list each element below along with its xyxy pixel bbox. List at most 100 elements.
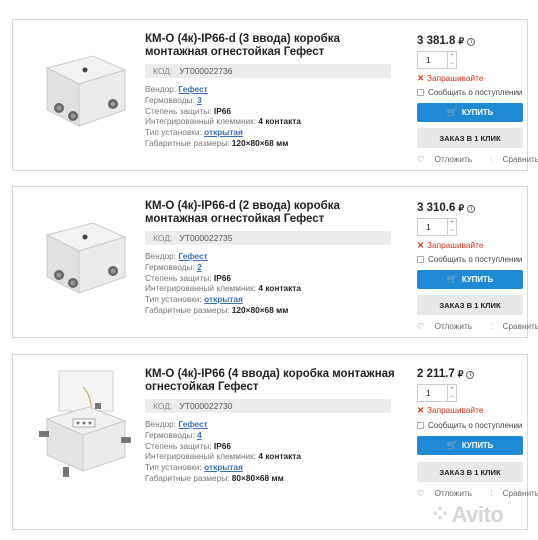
property-value: IP66	[213, 440, 231, 451]
currency: ₽	[457, 369, 464, 379]
property-row: Интегрированный клеммник: 4 контакта	[145, 283, 301, 294]
one-click-order-button[interactable]: ЗАКАЗ В 1 КЛИК	[417, 128, 523, 148]
info-icon[interactable]: i	[466, 371, 475, 379]
heart-icon: ♡	[417, 155, 425, 164]
property-row: Степень защиты: IP66	[145, 105, 231, 116]
notify-checkbox[interactable]: Сообщить о поступлении	[417, 421, 522, 430]
property-value[interactable]: 2	[197, 262, 202, 272]
property-value[interactable]: Гефест	[178, 84, 207, 94]
product-code: КОД: УТ000022735	[145, 231, 391, 245]
property-row: Тип установки: открытая	[145, 127, 243, 138]
property-value[interactable]: 3	[197, 95, 202, 105]
postpone-link[interactable]: ♡ Отложить	[417, 489, 480, 498]
compare-link[interactable]: ⫶ Сравнить	[490, 489, 538, 498]
availability-status: ✕ Запрашивайте	[417, 405, 484, 415]
stepper-arrows-icon[interactable]: + −	[447, 219, 456, 235]
property-row: Габаритные размеры: 120×80×68 мм	[145, 137, 289, 148]
property-value[interactable]: открытая	[204, 462, 243, 472]
avito-watermark: ⁘Avito	[430, 501, 504, 528]
stepper-arrows-icon[interactable]: + −	[447, 385, 456, 401]
product-image[interactable]	[33, 367, 133, 487]
product-code: КОД: УТ000022736	[145, 64, 391, 78]
buy-button[interactable]: 🛒 КУПИТЬ	[417, 103, 523, 122]
checkbox-icon[interactable]	[417, 89, 424, 96]
quantity-stepper[interactable]: 1 + −	[417, 218, 457, 236]
property-value[interactable]: Гефест	[178, 419, 207, 429]
code-value: УТ000022735	[179, 233, 233, 243]
property-value[interactable]: открытая	[204, 294, 243, 304]
buy-button[interactable]: 🛒 КУПИТЬ	[417, 270, 523, 289]
property-value: 120×80×68 мм	[231, 137, 289, 148]
buy-button[interactable]: 🛒 КУПИТЬ	[417, 436, 523, 455]
property-row: Вендор: Гефест	[145, 419, 208, 429]
property-value[interactable]: Гефест	[178, 251, 207, 261]
quantity-stepper[interactable]: 1 + −	[417, 384, 457, 402]
product-title[interactable]: КМ-О (4к)-IP66-d (3 ввода) коробка монта…	[145, 33, 395, 58]
property-row: Интегрированный клеммник: 4 контакта	[145, 116, 301, 127]
property-row: Вендор: Гефест	[145, 84, 208, 94]
property-row: Тип установки: открытая	[145, 294, 243, 305]
product-image[interactable]	[33, 197, 133, 307]
cart-icon: 🛒	[446, 274, 458, 284]
currency: ₽	[458, 203, 465, 213]
product-title[interactable]: КМ-О (4к)-IP66 (4 ввода) коробка монтажн…	[145, 368, 395, 393]
quantity-value[interactable]: 1	[418, 52, 447, 68]
product-actions: ♡ Отложить ⫶ Сравнить	[417, 321, 538, 332]
product-actions: ♡ Отложить ⫶ Сравнить	[417, 154, 538, 165]
code-value: УТ000022730	[179, 401, 233, 411]
product-properties: Вендор: Гефест Гермовводы: 4 Степень защ…	[145, 419, 395, 484]
checkbox-icon[interactable]	[417, 422, 424, 429]
property-row: Гермовводы: 3	[145, 94, 202, 105]
property-row: Степень защиты: IP66	[145, 272, 231, 283]
property-value: 4 контакта	[258, 451, 301, 462]
product-title[interactable]: КМ-О (4к)-IP66-d (2 ввода) коробка монта…	[145, 200, 395, 225]
property-row: Гермовводы: 2	[145, 261, 202, 272]
property-value: 4 контакта	[258, 116, 301, 127]
property-value: 120×80×68 мм	[231, 304, 289, 315]
info-icon[interactable]: i	[467, 205, 476, 213]
compare-link[interactable]: ⫶ Сравнить	[490, 155, 538, 164]
notify-checkbox[interactable]: Сообщить о поступлении	[417, 88, 522, 97]
product-price: 2 211.7 ₽ i	[417, 368, 475, 380]
product-image[interactable]	[33, 30, 133, 140]
product-properties: Вендор: Гефест Гермовводы: 3 Степень защ…	[145, 84, 395, 149]
checkbox-icon[interactable]	[417, 256, 424, 263]
currency: ₽	[458, 36, 465, 46]
property-value: 4 контакта	[258, 283, 301, 294]
quantity-stepper[interactable]: 1 + −	[417, 51, 457, 69]
stepper-arrows-icon[interactable]: + −	[447, 52, 456, 68]
code-value: УТ000022736	[179, 66, 233, 76]
compare-icon: ⫶	[490, 155, 493, 164]
product-card: КМ-О (4к)-IP66-d (3 ввода) коробка монта…	[12, 19, 538, 171]
quantity-value[interactable]: 1	[418, 385, 447, 401]
quantity-value[interactable]: 1	[418, 219, 447, 235]
postpone-link[interactable]: ♡ Отложить	[417, 322, 480, 331]
property-value[interactable]: 4	[197, 430, 202, 440]
property-row: Тип установки: открытая	[145, 462, 243, 473]
close-icon: ✕	[417, 405, 424, 415]
info-icon[interactable]: i	[467, 38, 476, 46]
property-value[interactable]: открытая	[204, 127, 243, 137]
property-row: Габаритные размеры: 80×80×68 мм	[145, 472, 284, 483]
property-value: IP66	[213, 105, 231, 116]
heart-icon: ♡	[417, 489, 425, 498]
compare-link[interactable]: ⫶ Сравнить	[490, 322, 538, 331]
one-click-order-button[interactable]: ЗАКАЗ В 1 КЛИК	[417, 462, 523, 482]
compare-icon: ⫶	[490, 322, 493, 331]
property-row: Габаритные размеры: 120×80×68 мм	[145, 304, 289, 315]
property-row: Интегрированный клеммник: 4 контакта	[145, 451, 301, 462]
one-click-order-button[interactable]: ЗАКАЗ В 1 КЛИК	[417, 295, 523, 315]
notify-checkbox[interactable]: Сообщить о поступлении	[417, 255, 522, 264]
heart-icon: ♡	[417, 322, 425, 331]
avito-logo-icon: ⁘	[430, 501, 450, 528]
property-row: Гермовводы: 4	[145, 429, 202, 440]
property-row: Вендор: Гефест	[145, 251, 208, 261]
product-price: 3 310.6 ₽ i	[417, 202, 476, 214]
property-value: IP66	[213, 272, 231, 283]
cart-icon: 🛒	[446, 107, 458, 117]
compare-icon: ⫶	[490, 489, 493, 498]
product-code: КОД: УТ000022730	[145, 399, 391, 413]
code-label: КОД:	[153, 233, 173, 243]
code-label: КОД:	[153, 401, 173, 411]
postpone-link[interactable]: ♡ Отложить	[417, 155, 480, 164]
